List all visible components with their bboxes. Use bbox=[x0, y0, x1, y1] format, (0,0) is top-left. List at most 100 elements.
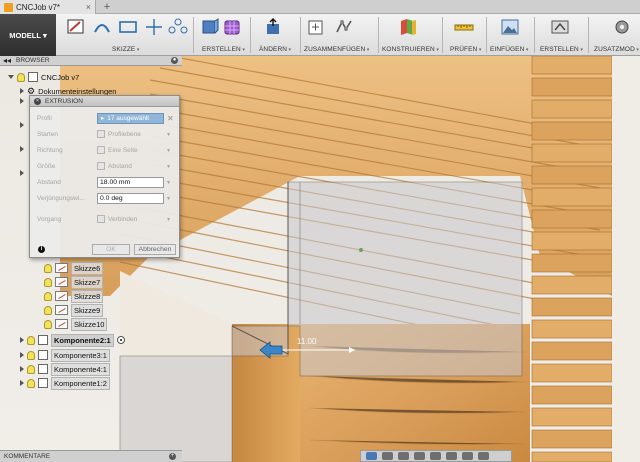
start-select[interactable]: Profilebene bbox=[97, 130, 141, 138]
browser-panel-header[interactable]: ◂◂ BROWSER ● bbox=[0, 56, 182, 66]
ribbon-group-construct[interactable]: KONSTRUIEREN bbox=[380, 14, 440, 56]
create-sketch-icon[interactable] bbox=[66, 18, 86, 36]
scripts-gear-icon[interactable] bbox=[612, 18, 632, 36]
tree-item-component[interactable]: Komponente3:1 bbox=[20, 348, 110, 362]
joint-icon[interactable] bbox=[334, 18, 354, 36]
chevron-down-icon[interactable]: ▾ bbox=[167, 179, 170, 186]
point-tool-icon[interactable] bbox=[144, 18, 164, 36]
fit-view-icon[interactable] bbox=[430, 452, 441, 460]
expand-toggle-icon[interactable] bbox=[20, 146, 24, 152]
visibility-bulb-icon[interactable] bbox=[17, 72, 25, 82]
form-icon[interactable] bbox=[222, 18, 242, 36]
close-tab-icon[interactable]: × bbox=[86, 2, 91, 12]
visibility-bulb-icon[interactable] bbox=[27, 335, 35, 345]
expand-toggle-icon[interactable] bbox=[20, 352, 24, 358]
viewports-icon[interactable] bbox=[478, 452, 489, 460]
expand-toggle-icon[interactable] bbox=[20, 170, 24, 176]
dialog-titlebar[interactable]: × EXTRUSION bbox=[30, 96, 179, 107]
measure-icon[interactable] bbox=[454, 18, 474, 36]
chevron-down-icon[interactable]: ▾ bbox=[167, 163, 170, 170]
chevron-down-icon[interactable]: ▾ bbox=[167, 131, 170, 138]
visibility-bulb-icon[interactable] bbox=[44, 291, 52, 301]
taper-angle-input[interactable] bbox=[97, 192, 164, 204]
comments-title: KOMMENTARE bbox=[4, 453, 51, 460]
profile-selection-button[interactable]: ▸ 17 ausgewählt bbox=[97, 112, 164, 124]
tree-item-component[interactable]: Komponente4:1 bbox=[20, 362, 110, 376]
visibility-bulb-icon[interactable] bbox=[44, 319, 52, 329]
chevron-down-icon[interactable]: ▾ bbox=[167, 216, 170, 223]
info-icon[interactable]: i bbox=[38, 246, 45, 253]
expand-toggle-icon[interactable] bbox=[20, 337, 24, 343]
activate-component-radio[interactable] bbox=[116, 336, 125, 344]
expand-toggle-icon[interactable] bbox=[20, 366, 24, 372]
extent-select[interactable]: Abstand bbox=[97, 162, 132, 170]
ribbon-group-modify[interactable]: ÄNDERN bbox=[253, 14, 297, 56]
add-comment-icon[interactable]: + bbox=[169, 453, 176, 460]
tree-root[interactable]: CNCJob v7 bbox=[8, 70, 79, 84]
visibility-bulb-icon[interactable] bbox=[27, 378, 35, 388]
tree-item-component-active[interactable]: Komponente2:1 bbox=[20, 333, 125, 347]
expand-toggle-icon[interactable] bbox=[20, 122, 24, 128]
operation-select[interactable]: Verbinden bbox=[97, 215, 137, 223]
distance-input[interactable] bbox=[97, 176, 164, 188]
look-at-icon[interactable] bbox=[382, 452, 393, 460]
expand-toggle-icon[interactable] bbox=[20, 380, 24, 386]
grid-settings-icon[interactable] bbox=[462, 452, 473, 460]
offset-plane-icon[interactable] bbox=[398, 18, 418, 36]
extrude-icon[interactable] bbox=[200, 18, 220, 36]
tree-item-sketch[interactable]: Skizze9 bbox=[44, 303, 104, 317]
document-tab[interactable]: CNCJob v7* × bbox=[0, 0, 96, 14]
ribbon-label-construct: KONSTRUIEREN bbox=[382, 46, 439, 53]
orbit-icon[interactable] bbox=[366, 452, 377, 460]
expand-toggle-icon[interactable] bbox=[8, 75, 14, 79]
ribbon-group-make[interactable]: ERSTELLEN bbox=[536, 14, 586, 56]
pan-hand-icon[interactable] bbox=[398, 452, 409, 460]
collapse-panel-icon[interactable]: ◂◂ bbox=[3, 56, 11, 65]
tree-item-sketch[interactable]: Skizze6 bbox=[44, 261, 104, 275]
ribbon-group-assemble[interactable]: ZUSAMMENFÜGEN bbox=[302, 14, 372, 56]
visibility-bulb-icon[interactable] bbox=[44, 277, 52, 287]
visibility-bulb-icon[interactable] bbox=[27, 350, 35, 360]
comments-panel-header[interactable]: KOMMENTARE + bbox=[0, 450, 182, 462]
arc-tool-icon[interactable] bbox=[92, 18, 112, 36]
row-distance: Abstand ▾ bbox=[30, 176, 181, 188]
chevron-down-icon[interactable]: ▾ bbox=[167, 147, 170, 154]
insert-image-icon[interactable] bbox=[500, 18, 520, 36]
ribbon-group-insert[interactable]: EINFÜGEN bbox=[488, 14, 532, 56]
component-icon bbox=[38, 378, 48, 388]
tree-item-sketch[interactable]: Skizze7 bbox=[44, 275, 104, 289]
visibility-bulb-icon[interactable] bbox=[44, 305, 52, 315]
dimension-value-label[interactable]: 11.00 bbox=[297, 337, 316, 346]
press-pull-icon[interactable] bbox=[263, 18, 283, 36]
ribbon-group-inspect[interactable]: PRÜFEN bbox=[444, 14, 484, 56]
cancel-button[interactable]: Abbrechen bbox=[134, 244, 176, 255]
panel-pin-icon[interactable]: ● bbox=[171, 57, 178, 64]
clear-selection-icon[interactable]: ✕ bbox=[167, 114, 174, 123]
expand-toggle-icon[interactable] bbox=[20, 98, 24, 104]
rectangle-tool-icon[interactable] bbox=[118, 18, 138, 36]
ok-button[interactable]: OK bbox=[92, 244, 130, 255]
chevron-down-icon[interactable]: ▾ bbox=[167, 195, 170, 202]
ribbon-group-create[interactable]: ERSTELLEN bbox=[196, 14, 244, 56]
3d-print-icon[interactable] bbox=[550, 18, 570, 36]
tree-item-component[interactable]: Komponente1:2 bbox=[20, 376, 110, 390]
ribbon-group-addins[interactable]: ZUSATZMOD bbox=[590, 14, 640, 56]
visibility-bulb-icon[interactable] bbox=[27, 364, 35, 374]
close-dialog-icon[interactable]: × bbox=[34, 97, 41, 105]
ribbon-group-sketch[interactable]: SKIZZE bbox=[62, 14, 192, 56]
document-tab-title: CNCJob v7* bbox=[16, 2, 61, 12]
display-mode-icon[interactable] bbox=[446, 452, 457, 460]
workspace-switcher[interactable]: MODELL ▾ bbox=[0, 14, 56, 56]
new-tab-button[interactable]: + bbox=[100, 0, 114, 14]
tree-item-sketch[interactable]: Skizze10 bbox=[44, 317, 108, 331]
new-component-icon[interactable] bbox=[306, 18, 326, 36]
direction-label: Richtung bbox=[37, 146, 63, 154]
zoom-icon[interactable] bbox=[414, 452, 425, 460]
visibility-bulb-icon[interactable] bbox=[44, 263, 52, 273]
expand-toggle-icon[interactable] bbox=[20, 88, 24, 94]
tree-item-sketch[interactable]: Skizze8 bbox=[44, 289, 104, 303]
sketch-label: Skizze6 bbox=[71, 261, 104, 275]
direction-select[interactable]: Eine Seite bbox=[97, 146, 138, 154]
row-profile: Profil ▸ 17 ausgewählt ✕ bbox=[30, 112, 181, 124]
pattern-tool-icon[interactable] bbox=[168, 18, 188, 36]
